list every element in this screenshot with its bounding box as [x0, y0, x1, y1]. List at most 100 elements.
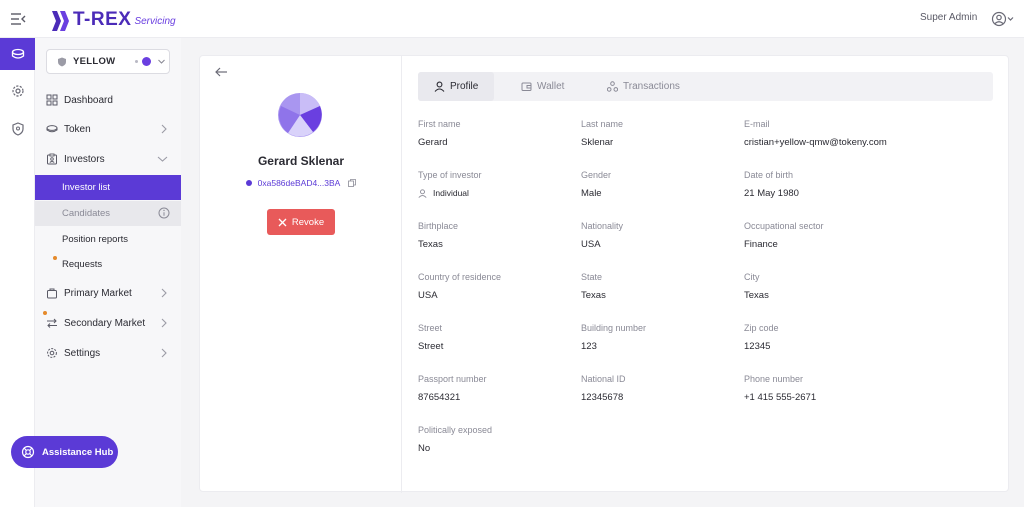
field-value: Individual [433, 188, 469, 198]
secondary-market-icon [47, 318, 57, 328]
sidebar-item-secondary-market[interactable]: Secondary Market [35, 310, 181, 336]
sidebar-item-label: Primary Market [64, 287, 132, 299]
assistance-hub-button[interactable]: Assistance Hub [11, 436, 118, 468]
sidebar-item-primary-market[interactable]: Primary Market [35, 280, 181, 306]
rail-tokens[interactable] [0, 38, 35, 70]
separator-dot [135, 60, 139, 63]
detail-tabs: Profile Wallet Transactions [418, 72, 993, 101]
field-label: Country of residence [418, 272, 502, 282]
secondary-market-notification-dot [43, 311, 47, 315]
sidebar-item-label: Secondary Market [64, 317, 146, 329]
sidebar-item-label: Dashboard [64, 94, 113, 106]
field-occupational-sector: Occupational sector Finance [744, 221, 904, 250]
app-logo[interactable]: T-REX Servicing [52, 7, 176, 31]
chevron-down-icon [158, 59, 166, 64]
logo-text: T-REX [73, 9, 132, 30]
field-label: Type of investor [418, 170, 482, 180]
field-nationality: Nationality USA [581, 221, 741, 250]
field-label: National ID [581, 374, 626, 384]
tab-wallet[interactable]: Wallet [521, 72, 564, 101]
revoke-button[interactable]: Revoke [267, 209, 335, 235]
field-street: Street Street [418, 323, 578, 352]
field-value: USA [581, 239, 601, 250]
sidebar-item-token[interactable]: Token [35, 116, 181, 142]
tab-label: Profile [450, 81, 479, 92]
top-bar: T-REX Servicing Super Admin [0, 0, 1024, 38]
field-label: City [744, 272, 760, 282]
sidebar-subitem-requests[interactable]: Requests [35, 252, 181, 277]
sidebar-item-dashboard[interactable]: Dashboard [35, 87, 181, 113]
network-badge-icon [142, 57, 152, 66]
collapse-menu-icon[interactable] [10, 11, 26, 27]
back-arrow-icon[interactable] [214, 66, 228, 78]
shield-icon [11, 122, 24, 136]
user-name[interactable]: Super Admin [920, 12, 977, 23]
field-label: Phone number [744, 374, 804, 384]
investors-icon [47, 153, 57, 165]
rail-settings[interactable] [0, 75, 35, 107]
chevron-right-icon [161, 318, 167, 328]
tab-label: Transactions [623, 81, 680, 92]
wallet-address[interactable]: 0xa586deBAD4...3BA [258, 178, 341, 188]
field-value: Sklenar [581, 137, 614, 148]
field-value: Finance [744, 239, 778, 250]
sidebar-item-investors[interactable]: Investors [35, 146, 181, 172]
tab-profile[interactable]: Profile [418, 72, 494, 101]
field-email: E-mail cristian+yellow-qmw@tokeny.com [744, 119, 974, 148]
field-zip-code: Zip code 12345 [744, 323, 904, 352]
sidebar-subitem-label: Requests [62, 259, 103, 270]
field-label: State [581, 272, 603, 282]
field-value: No [418, 443, 431, 454]
field-value: USA [418, 290, 438, 301]
organization-select[interactable]: YELLOW [46, 49, 170, 74]
settings-icon [47, 348, 57, 358]
field-label: Passport number [418, 374, 487, 384]
field-politically-exposed: Politically exposed No [418, 425, 578, 454]
investor-name: Gerard Sklenar [257, 154, 345, 168]
logo-subtitle: Servicing [134, 16, 176, 27]
field-last-name: Last name Sklenar [581, 119, 741, 148]
rail-security[interactable] [0, 113, 35, 145]
tab-transactions[interactable]: Transactions [607, 72, 680, 101]
investor-detail-card: Gerard Sklenar 0xa586deBAD4...3BA Revoke… [199, 55, 1009, 493]
sidebar-item-settings[interactable]: Settings [35, 340, 181, 366]
sidebar-item-label: Investors [64, 153, 105, 165]
org-shield-icon [58, 57, 66, 66]
field-value: cristian+yellow-qmw@tokeny.com [744, 137, 887, 148]
wallet-tab-icon [521, 82, 532, 91]
field-value: 123 [581, 341, 597, 352]
copy-icon[interactable] [348, 179, 357, 187]
sidebar-subitem-candidates[interactable]: Candidates [35, 201, 181, 226]
investor-avatar [278, 93, 322, 137]
chevron-right-icon [161, 288, 167, 298]
field-label: Street [418, 323, 443, 333]
info-icon[interactable] [158, 207, 170, 219]
field-value: 21 May 1980 [744, 188, 799, 199]
investor-summary-pane: Gerard Sklenar 0xa586deBAD4...3BA Revoke [200, 56, 402, 493]
sidebar-subitem-investor-list[interactable]: Investor list [35, 175, 181, 200]
field-birthplace: Birthplace Texas [418, 221, 578, 250]
user-account-icon[interactable] [991, 10, 1015, 28]
field-value: Texas [418, 239, 443, 250]
field-country-of-residence: Country of residence USA [418, 272, 578, 301]
field-label: Gender [581, 170, 612, 180]
field-label: Date of birth [744, 170, 794, 180]
field-label: Occupational sector [744, 221, 824, 231]
logo-mark-icon [52, 11, 69, 31]
dashboard-icon [46, 94, 58, 106]
gear-icon [11, 85, 24, 97]
field-gender: Gender Male [581, 170, 741, 199]
field-first-name: First name Gerard [418, 119, 578, 148]
field-state: State Texas [581, 272, 741, 301]
field-passport-number: Passport number 87654321 [418, 374, 578, 403]
sidebar-subitem-label: Investor list [62, 182, 111, 193]
sidebar-subitem-label: Candidates [62, 208, 111, 219]
field-city: City Texas [744, 272, 904, 301]
field-national-id: National ID 12345678 [581, 374, 741, 403]
wallet-icon [245, 180, 252, 186]
primary-market-icon [47, 288, 57, 299]
chevron-down-icon [157, 156, 168, 162]
sidebar-subitem-position-reports[interactable]: Position reports [35, 227, 181, 252]
revoke-label: Revoke [291, 216, 325, 228]
chevron-right-icon [161, 348, 167, 358]
